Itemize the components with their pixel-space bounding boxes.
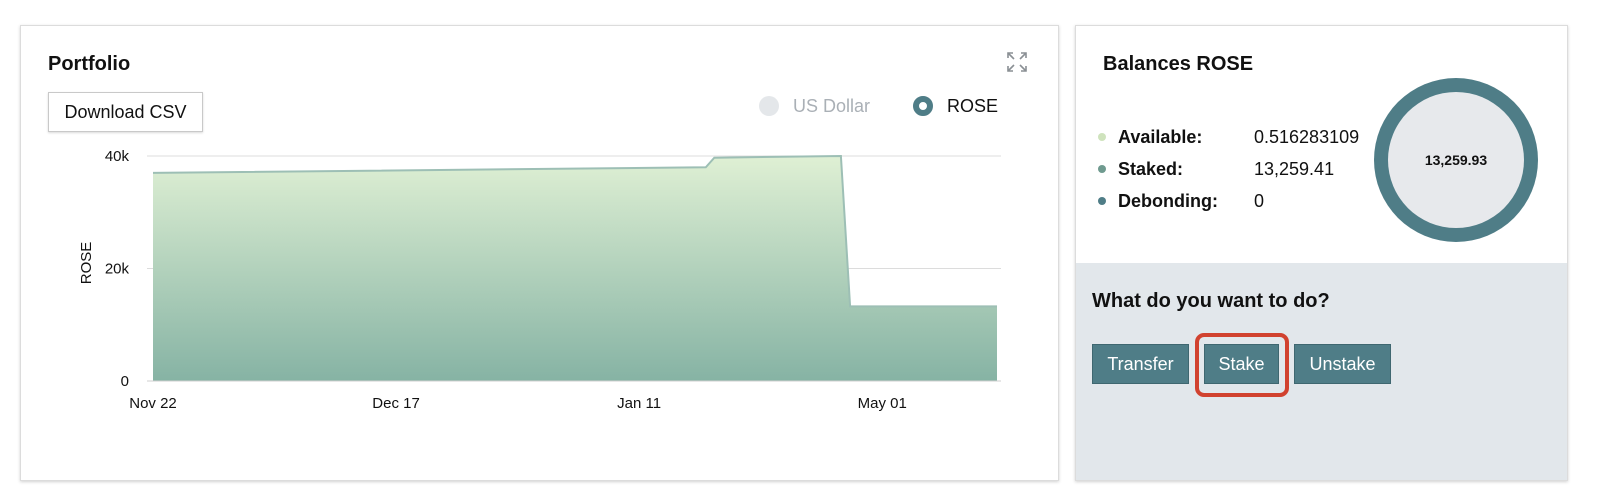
debonding-value: 0 [1254,190,1265,211]
x-tick-label: Nov 22 [129,395,177,412]
available-value: 0.516283109 [1254,126,1360,147]
debonding-dot [1098,197,1106,205]
unstake-button[interactable]: Unstake [1294,344,1391,384]
portfolio-card: Portfolio Download CSV US Dollar ROSE 0 … [20,25,1059,481]
x-tick-label: May 01 [858,395,907,412]
donut-total: 13,259.93 [1388,92,1524,228]
transfer-button[interactable]: Transfer [1092,344,1189,384]
balance-available-row: Available: 0.516283109 [1098,125,1359,149]
balances-title: Balances ROSE [1103,53,1254,75]
y-tick-label: 0 [121,373,129,390]
balances-card: Balances ROSE Available: 0.516283109 Sta… [1075,25,1568,481]
available-label: Available: [1118,126,1203,147]
portfolio-chart: 0 20k 40k Nov 22 Dec 17 Jan 11 May 01 ROSE [78,148,1001,412]
y-axis-label: ROSE [78,242,95,285]
balance-debonding-row: Debonding: 0 [1098,189,1264,213]
debonding-label: Debonding: [1118,190,1218,211]
action-panel: What do you want to do? Transfer Stake U… [1076,263,1567,480]
balance-donut-chart: 13,259.93 [1374,78,1538,242]
x-tick-label: Jan 11 [617,395,661,412]
action-title: What do you want to do? [1092,290,1330,312]
y-tick-label: 40k [105,148,130,165]
available-dot [1098,133,1106,141]
staked-label: Staked: [1118,158,1184,179]
stake-button[interactable]: Stake [1204,344,1279,384]
staked-dot [1098,165,1106,173]
x-tick-label: Dec 17 [372,395,420,412]
staked-value: 13,259.41 [1254,158,1335,179]
y-tick-label: 20k [105,261,130,278]
balance-staked-row: Staked: 13,259.41 [1098,157,1334,181]
